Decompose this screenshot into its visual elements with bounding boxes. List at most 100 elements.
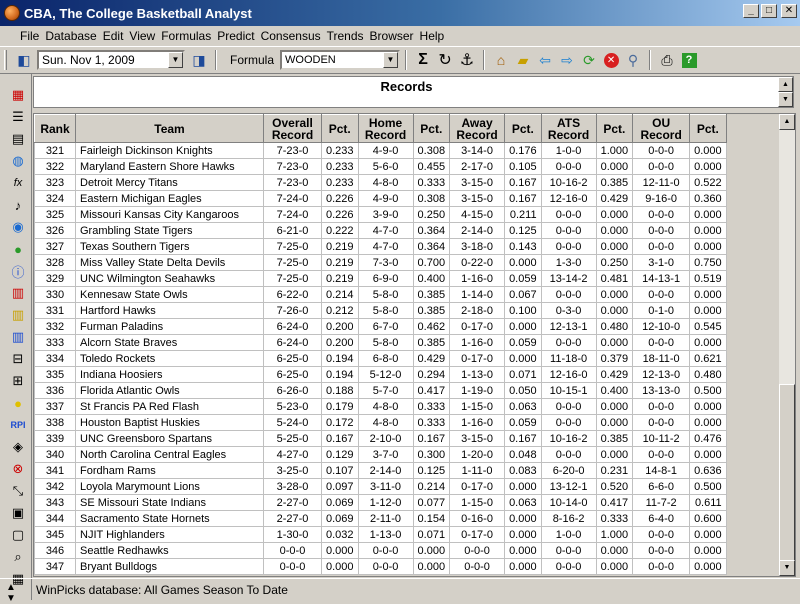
table-cell[interactable]: 343 xyxy=(34,494,76,511)
vertical-scrollbar[interactable]: ▲ ▼ xyxy=(779,114,795,576)
table-cell[interactable]: 1.000 xyxy=(595,142,634,159)
table-cell[interactable]: 3-11-0 xyxy=(357,478,414,495)
table-cell[interactable]: 10-16-2 xyxy=(540,174,597,191)
table-cell[interactable]: Fairleigh Dickinson Knights xyxy=(75,142,264,159)
table-cell[interactable]: 9-16-0 xyxy=(632,190,691,207)
table-cell[interactable]: 1-20-0 xyxy=(449,446,506,463)
table-cell[interactable]: 5-24-0 xyxy=(263,414,322,431)
table-cell[interactable]: 0.176 xyxy=(504,142,542,159)
column-header[interactable]: Team xyxy=(75,114,264,143)
table-cell[interactable]: 0-0-0 xyxy=(632,142,691,159)
table-cell[interactable]: 0-17-0 xyxy=(449,318,506,335)
table-cell[interactable]: 3-15-0 xyxy=(449,174,506,191)
table-cell[interactable]: 323 xyxy=(34,174,76,191)
scroll-down-icon[interactable]: ▼ xyxy=(779,560,795,576)
table-cell[interactable]: 3-1-0 xyxy=(632,254,691,271)
table-cell[interactable]: 5-6-0 xyxy=(357,158,414,175)
table-cell[interactable]: 0.125 xyxy=(412,462,451,479)
table-cell[interactable]: 0.231 xyxy=(595,462,634,479)
table-cell[interactable]: 0.000 xyxy=(689,558,727,575)
document-icon[interactable]: ▤ xyxy=(9,130,27,148)
table-cell[interactable]: 325 xyxy=(34,206,76,223)
home-icon[interactable]: ⌂ xyxy=(491,50,511,70)
table-cell[interactable]: 324 xyxy=(34,190,76,207)
table-cell[interactable]: 1.000 xyxy=(595,526,634,543)
minimize-button[interactable]: _ xyxy=(743,4,759,18)
table-cell[interactable]: 3-18-0 xyxy=(449,238,506,255)
table-cell[interactable]: 1-3-0 xyxy=(540,254,597,271)
table-cell[interactable]: 0-16-0 xyxy=(449,510,506,527)
help-icon[interactable]: ? xyxy=(679,50,699,70)
table-cell[interactable]: 10-14-0 xyxy=(540,494,597,511)
table-cell[interactable]: 0.000 xyxy=(504,478,542,495)
table-cell[interactable]: 6-8-0 xyxy=(357,350,414,367)
scroll-thumb[interactable] xyxy=(779,384,795,562)
table-cell[interactable]: 14-8-1 xyxy=(632,462,691,479)
table-cell[interactable]: UNC Wilmington Seahawks xyxy=(75,270,264,287)
chevron-down-icon[interactable]: ▼ xyxy=(168,52,183,68)
table-cell[interactable]: 3-14-0 xyxy=(449,142,506,159)
table-cell[interactable]: 0.211 xyxy=(504,206,542,223)
table-cell[interactable]: 5-25-0 xyxy=(263,430,322,447)
table-cell[interactable]: Missouri Kansas City Kangaroos xyxy=(75,206,264,223)
menu-browser[interactable]: Browser xyxy=(370,29,420,43)
table-cell[interactable]: 4-8-0 xyxy=(357,414,414,431)
table-cell[interactable]: 0.000 xyxy=(504,510,542,527)
table-cell[interactable]: 0-0-0 xyxy=(449,558,506,575)
table-cell[interactable]: 0.000 xyxy=(504,254,542,271)
table-cell[interactable]: 0.333 xyxy=(412,414,451,431)
table-cell[interactable]: 0.481 xyxy=(595,270,634,287)
column-header[interactable]: Overall Record xyxy=(263,114,322,143)
table-cell[interactable]: 0.379 xyxy=(595,350,634,367)
table-cell[interactable]: 0.333 xyxy=(595,510,634,527)
table-cell[interactable]: 0.429 xyxy=(595,366,634,383)
table-cell[interactable]: 0.212 xyxy=(321,302,359,319)
table-cell[interactable]: 0-17-0 xyxy=(449,478,506,495)
table-row[interactable]: 323 Detroit Mercy Titans 7-23-0 0.233 4-8-0 0… xyxy=(34,174,727,191)
table-cell[interactable]: 0.000 xyxy=(504,350,542,367)
table-cell[interactable]: 0-0-0 xyxy=(632,558,691,575)
table-cell[interactable]: 0.519 xyxy=(689,270,727,287)
table-cell[interactable]: 0.069 xyxy=(321,494,359,511)
table-cell[interactable]: 0.000 xyxy=(595,206,634,223)
no-entry-icon[interactable]: ⊗ xyxy=(9,460,27,478)
table-cell[interactable]: 332 xyxy=(34,318,76,335)
table-cell[interactable]: 0.226 xyxy=(321,190,359,207)
table-cell[interactable]: 0.611 xyxy=(689,494,727,511)
table-cell[interactable]: 0.300 xyxy=(412,446,451,463)
table-cell[interactable]: 0.167 xyxy=(504,174,542,191)
table-cell[interactable]: 0.429 xyxy=(412,350,451,367)
table-cell[interactable]: 0.476 xyxy=(689,430,727,447)
red-table-icon[interactable]: ▥ xyxy=(9,284,27,302)
table-cell[interactable]: 4-15-0 xyxy=(449,206,506,223)
table-cell[interactable]: UNC Greensboro Spartans xyxy=(75,430,264,447)
table-cell[interactable]: 0.000 xyxy=(689,286,727,303)
table-cell[interactable]: 0-0-0 xyxy=(357,558,414,575)
table-cell[interactable]: 0.125 xyxy=(504,222,542,239)
table-cell[interactable]: 0.059 xyxy=(504,414,542,431)
table-cell[interactable]: 0.000 xyxy=(689,446,727,463)
table-cell[interactable]: 0.214 xyxy=(412,478,451,495)
table-cell[interactable]: SE Missouri State Indians xyxy=(75,494,264,511)
table-cell[interactable]: 0.417 xyxy=(412,382,451,399)
scroll-up-icon[interactable]: ▲ xyxy=(779,114,795,130)
table-cell[interactable]: 0-0-0 xyxy=(540,542,597,559)
table-cell[interactable]: 0.308 xyxy=(412,190,451,207)
table-cell[interactable]: 0-0-0 xyxy=(632,542,691,559)
table-cell[interactable]: 6-26-0 xyxy=(263,382,322,399)
table-cell[interactable]: 6-25-0 xyxy=(263,366,322,383)
table-cell[interactable]: 0.429 xyxy=(595,190,634,207)
table-cell[interactable]: 0.194 xyxy=(321,366,359,383)
table-cell[interactable]: 0.000 xyxy=(689,542,727,559)
chevron-down-icon[interactable]: ▼ xyxy=(383,52,399,68)
table-cell[interactable]: 2-27-0 xyxy=(263,494,322,511)
rpi-icon[interactable]: RPI xyxy=(9,416,27,434)
table-cell[interactable]: Maryland Eastern Shore Hawks xyxy=(75,158,264,175)
table-cell[interactable]: St Francis PA Red Flash xyxy=(75,398,264,415)
table-cell[interactable]: 333 xyxy=(34,334,76,351)
table-cell[interactable]: 0.294 xyxy=(412,366,451,383)
table-cell[interactable]: 1-30-0 xyxy=(263,526,322,543)
table-cell[interactable]: 0.000 xyxy=(321,558,359,575)
table-cell[interactable]: 0.385 xyxy=(412,286,451,303)
column-header[interactable]: Home Record xyxy=(357,114,414,143)
